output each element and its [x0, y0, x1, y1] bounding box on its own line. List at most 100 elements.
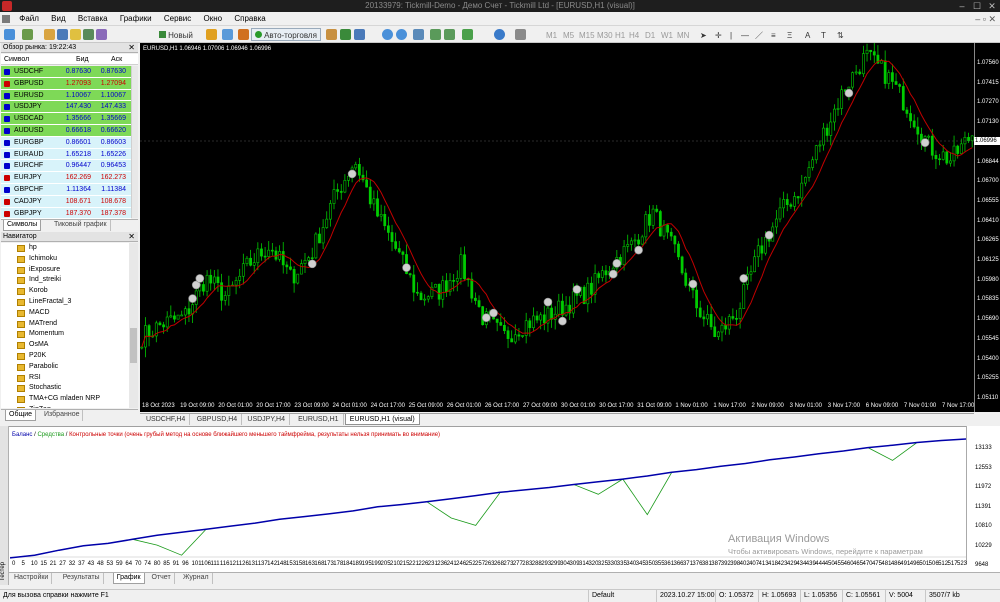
close-icon[interactable]: ✕	[128, 43, 135, 53]
market-watch-row[interactable]: GBPJPY 187.370 187.378	[1, 207, 131, 220]
navigator-item[interactable]: ZigZag	[17, 405, 51, 408]
tester-tab[interactable]: Результаты	[60, 573, 104, 584]
tab-tick-chart[interactable]: Тиковый график	[51, 220, 111, 231]
vertical-line-icon[interactable]: |	[726, 28, 736, 41]
tf-m5[interactable]: M5	[560, 28, 574, 41]
navigator-item[interactable]: P20K	[17, 351, 46, 362]
crosshair-icon[interactable]: ✛	[712, 28, 722, 41]
tf-m1[interactable]: M1	[543, 28, 557, 41]
market-watch-row[interactable]: USDCAD 1.35666 1.35669	[1, 113, 131, 125]
menu-file[interactable]: Файл	[14, 12, 44, 26]
indicators-icon[interactable]	[462, 29, 473, 40]
tf-h4[interactable]: H4	[626, 28, 639, 41]
tf-m30[interactable]: M30	[594, 28, 613, 41]
market-watch-row[interactable]: EURGBP 0.86601 0.86603	[1, 136, 131, 149]
data-window-icon[interactable]	[57, 29, 68, 40]
price-chart[interactable]	[140, 43, 974, 412]
market-watch-row[interactable]: EURJPY 162.269 162.273	[1, 172, 131, 184]
navigator-item[interactable]: Parabolic	[17, 362, 58, 373]
navigator-item[interactable]: LineFractal_3	[17, 297, 71, 308]
document-menu-icon[interactable]	[2, 15, 10, 23]
tester-tab[interactable]: График	[112, 573, 145, 584]
tab-common[interactable]: Общие	[5, 410, 37, 421]
menu-charts[interactable]: Графики	[115, 12, 157, 26]
market-watch-row[interactable]: GBPCHF 1.11364 1.11384	[1, 184, 131, 196]
scrollbar-thumb[interactable]	[130, 328, 137, 363]
tf-w1[interactable]: W1	[658, 28, 673, 41]
tester-tab[interactable]: Отчет	[149, 573, 175, 584]
metaeditor-icon[interactable]	[206, 29, 217, 40]
navigator-item[interactable]: Ind_streiki	[17, 275, 61, 286]
navigator-scrollbar[interactable]	[129, 243, 138, 408]
market-watch-row[interactable]: EURAUD 1.65218 1.65226	[1, 148, 131, 161]
navigator-item[interactable]: Korob	[17, 286, 48, 297]
tester-tab[interactable]: Настройки	[11, 573, 53, 584]
tf-mn[interactable]: MN	[674, 28, 689, 41]
navigator-item[interactable]: RSI	[17, 373, 41, 384]
options-icon[interactable]	[238, 29, 249, 40]
tab-favorites[interactable]: Избранное	[41, 410, 84, 421]
navigator-item[interactable]: hp	[17, 243, 37, 254]
navigator-item[interactable]: MATrend	[17, 319, 57, 330]
text-icon[interactable]: A	[802, 28, 812, 41]
tf-m15[interactable]: M15	[576, 28, 595, 41]
periods-icon[interactable]	[494, 29, 505, 40]
market-watch-row[interactable]: CADJPY 108.671 108.678	[1, 195, 131, 208]
market-watch-row[interactable]: GBPUSD 1.27093 1.27094	[1, 77, 131, 90]
tile-windows-icon[interactable]	[413, 29, 424, 40]
column-bid[interactable]: Бид	[76, 54, 89, 65]
market-watch-row[interactable]: USDJPY 147.430 147.433	[1, 101, 131, 114]
menu-view[interactable]: Вид	[46, 12, 70, 26]
mdi-window-controls[interactable]: – ▫ ✕	[975, 12, 996, 26]
strategy-tester-icon[interactable]	[96, 29, 107, 40]
new-chart-icon[interactable]	[4, 29, 15, 40]
cursor-icon[interactable]: ➤	[697, 28, 707, 41]
close-icon[interactable]: ✕	[985, 0, 999, 12]
channel-icon[interactable]: ≡	[768, 28, 778, 41]
signals-icon[interactable]	[222, 29, 233, 40]
market-watch-row[interactable]: USDCHF 0.87630 0.87630	[1, 66, 131, 78]
chart-tab[interactable]: EURUSD,H1 (visual)	[344, 414, 420, 425]
templates-icon[interactable]	[515, 29, 526, 40]
navigator-item[interactable]: iExposure	[17, 265, 60, 276]
minimize-icon[interactable]: –	[955, 0, 969, 12]
market-watch-row[interactable]: AUDUSD 0.66618 0.66620	[1, 125, 131, 137]
maximize-icon[interactable]: ☐	[970, 0, 984, 12]
menu-help[interactable]: Справка	[229, 12, 270, 26]
time-axis[interactable]: 18 Oct 2023 19 Oct 09:00 20 Oct 01:00 20 Oc…	[140, 402, 974, 412]
auto-scroll-icon[interactable]	[430, 29, 441, 40]
auto-trading-button[interactable]: Авто-торговля	[251, 28, 321, 41]
navigator-item[interactable]: Stochastic	[17, 383, 61, 394]
tab-symbols[interactable]: Символы	[3, 220, 42, 231]
chart-shift-icon[interactable]	[444, 29, 455, 40]
new-order-button[interactable]: Новый ордер	[150, 28, 202, 53]
chart-tab[interactable]: USDCHF,H4	[142, 414, 191, 425]
chart-tab[interactable]: GBPUSD,H4	[193, 414, 243, 425]
fibonacci-icon[interactable]: Ξ	[784, 28, 794, 41]
label-icon[interactable]: T	[818, 28, 828, 41]
column-ask[interactable]: Аск	[111, 54, 122, 65]
horizontal-line-icon[interactable]: —	[738, 28, 749, 41]
navigator-item[interactable]: Ichimoku	[17, 254, 57, 265]
menu-insert[interactable]: Вставка	[73, 12, 113, 26]
tf-h1[interactable]: H1	[612, 28, 625, 41]
profiles-icon[interactable]	[22, 29, 33, 40]
bar-chart-icon[interactable]	[326, 29, 337, 40]
navigator-item[interactable]: TMA+CG mladen NRP	[17, 394, 100, 405]
tester-side-tab[interactable]: Тестер	[0, 426, 9, 585]
zoom-out-icon[interactable]	[396, 29, 407, 40]
navigator-icon[interactable]	[70, 29, 81, 40]
chart-tab[interactable]: USDJPY,H4	[243, 414, 290, 425]
price-scale[interactable]: 1.07560 1.07415 1.07270 1.07130 1.06996 1.068…	[974, 43, 1000, 412]
close-icon[interactable]: ✕	[128, 232, 135, 242]
navigator-item[interactable]: OsMA	[17, 340, 48, 351]
menu-window[interactable]: Окно	[199, 12, 228, 26]
line-chart-icon[interactable]	[354, 29, 365, 40]
market-watch-row[interactable]: EURCHF 0.96447 0.96453	[1, 160, 131, 173]
chart-tab[interactable]: EURUSD,H1	[294, 414, 344, 425]
trendline-icon[interactable]: ／	[752, 28, 763, 41]
column-symbol[interactable]: Символ	[4, 54, 29, 65]
market-watch-row[interactable]: EURUSD 1.10067 1.10067	[1, 89, 131, 102]
navigator-item[interactable]: Momentum	[17, 329, 64, 340]
candlestick-icon[interactable]	[340, 29, 351, 40]
